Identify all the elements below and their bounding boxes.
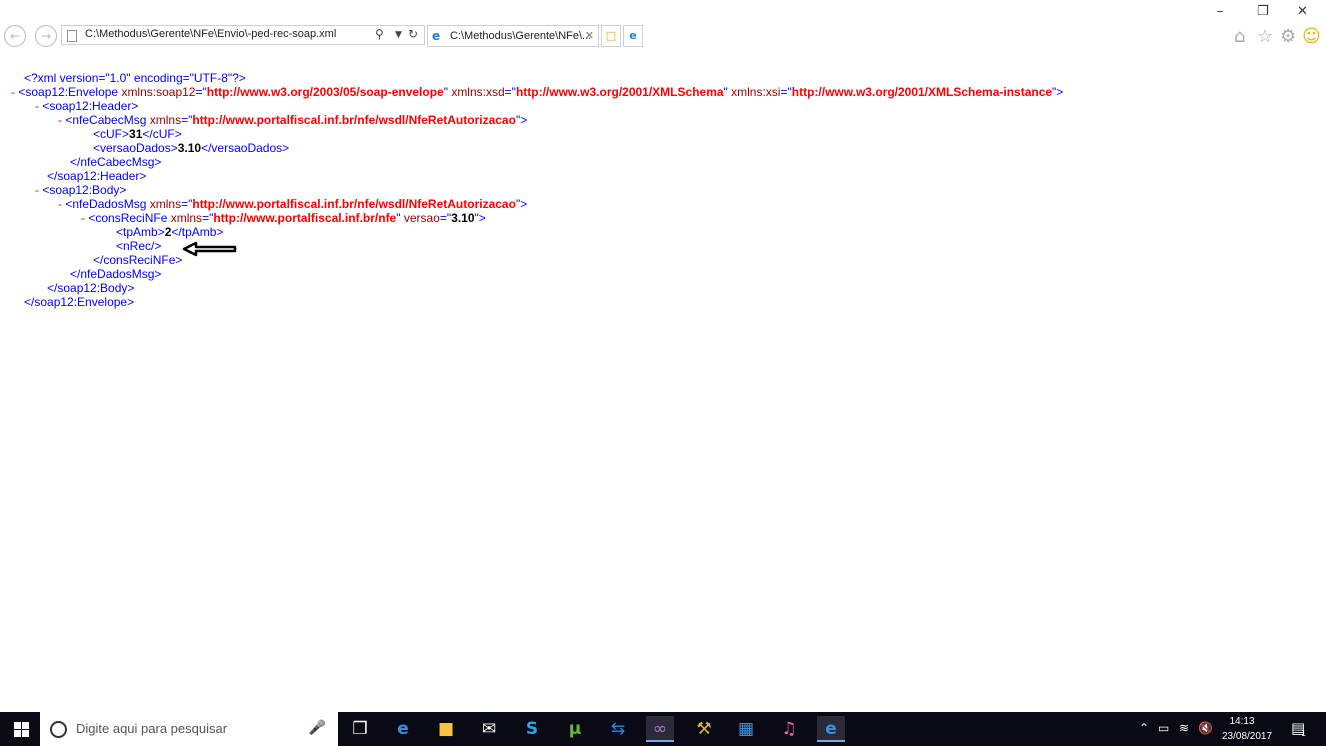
start-button[interactable] [0,712,40,746]
cortana-icon [50,721,67,738]
ie-icon: e [432,29,441,43]
close-window-button[interactable]: ✕ [1297,4,1308,19]
new-tab-icon: □ [605,29,617,42]
collapse-toggle[interactable]: - [11,85,15,99]
collapse-toggle[interactable]: - [35,99,39,113]
ie-icon: e [629,29,637,42]
browser-chrome: ← → C:\Methodus\Gerente\NFe\Envio\-ped-r… [0,0,1326,62]
collapse-toggle[interactable]: - [58,113,62,127]
new-tab-button[interactable]: □ [601,25,621,47]
visual-studio-icon[interactable]: ∞ [646,716,674,742]
taskbar-search[interactable]: Digite aqui para pesquisar 🎤 [40,712,338,746]
clock[interactable]: 14:13 23/08/2017 [1222,714,1273,744]
notification-count: 1 [1301,729,1307,738]
back-icon: ← [9,29,21,43]
tab-title: C:\Methodus\Gerente\NFe\... [450,30,592,42]
versao-element: <versaoDados>3.10</versaoDados> [93,141,290,155]
search-placeholder[interactable]: Digite aqui para pesquisar [76,721,227,736]
page-icon [67,30,77,42]
microphone-icon[interactable]: 🎤 [309,720,326,736]
body-open: - <soap12:Body> [35,183,127,197]
tpamb-element: <tpAmb>2</tpAmb> [116,225,224,239]
dados-close: </nfeDadosMsg> [70,267,162,281]
xml-declaration: <?xml version="1.0" encoding="UTF-8"?> [24,71,246,85]
collapse-toggle[interactable]: - [58,197,62,211]
internet-explorer-icon[interactable]: e [817,716,845,742]
forward-icon: → [40,29,52,43]
teamviewer-icon[interactable]: ⇆ [604,716,632,742]
back-button[interactable]: ← [4,25,26,47]
clock-time: 14:13 [1229,716,1255,727]
refresh-icon[interactable]: ↻ [408,27,418,41]
skype-icon[interactable]: S [518,716,546,742]
cabec-close: </nfeCabecMsg> [70,155,162,169]
browser-tab[interactable]: e C:\Methodus\Gerente\NFe\... ✕ [427,25,599,47]
nrec-element: <nRec/> [116,239,162,253]
itunes-icon[interactable]: ♫ [775,716,803,742]
show-hidden-icons-icon[interactable]: ⌃ [1139,721,1149,735]
cabec-open: - <nfeCabecMsg xmlns="http://www.portalf… [58,113,528,127]
search-icon[interactable]: ⚲ [375,27,384,41]
address-text[interactable]: C:\Methodus\Gerente\NFe\Envio\-ped-rec-s… [85,28,336,40]
envelope-open: - <soap12:Envelope xmlns:soap12="http://… [11,85,1064,99]
task-view-icon[interactable]: ❐ [346,716,374,742]
collapse-toggle[interactable]: - [35,183,39,197]
smiley-icon[interactable]: ☺ [1302,26,1321,47]
utorrent-icon[interactable]: µ [561,716,589,742]
remote-icon[interactable]: ▦ [732,716,760,742]
wifi-icon[interactable]: ≋ [1179,721,1189,735]
taskbar: Digite aqui para pesquisar 🎤 ❐ e ■ ✉ S µ… [0,712,1326,746]
settings-icon[interactable]: ⚙ [1280,26,1296,47]
forward-button[interactable]: → [35,25,57,47]
ie-tab-button[interactable]: e [623,25,643,47]
tools-icon[interactable]: ⚒ [690,716,718,742]
dropdown-icon[interactable]: ▼ [395,30,402,40]
file-explorer-icon[interactable]: ■ [432,716,460,742]
envelope-close: </soap12:Envelope> [24,295,135,309]
close-icon[interactable]: ✕ [585,29,594,42]
body-close: </soap12:Body> [47,281,135,295]
restore-button[interactable]: ❐ [1257,4,1269,19]
collapse-toggle[interactable]: - [81,211,85,225]
favorites-icon[interactable]: ☆ [1257,26,1273,47]
minimize-button[interactable]: – [1217,4,1224,19]
battery-icon[interactable]: ▭ [1158,721,1169,735]
cons-close: </consReciNFe> [93,253,183,267]
dados-open: - <nfeDadosMsg xmlns="http://www.portalf… [58,197,528,211]
cons-open: - <consReciNFe xmlns="http://www.portalf… [81,211,486,225]
clock-date: 23/08/2017 [1222,731,1273,742]
cuf-element: <cUF>31</cUF> [93,127,182,141]
arrow-annotation-icon [182,241,237,257]
header-close: </soap12:Header> [47,169,147,183]
mail-icon[interactable]: ✉ [475,716,503,742]
header-open: - <soap12:Header> [35,99,139,113]
edge-icon[interactable]: e [389,716,417,742]
address-bar[interactable]: C:\Methodus\Gerente\NFe\Envio\-ped-rec-s… [61,25,425,45]
volume-muted-icon[interactable]: 🔇 [1198,721,1213,735]
home-icon[interactable]: ⌂ [1234,26,1245,47]
